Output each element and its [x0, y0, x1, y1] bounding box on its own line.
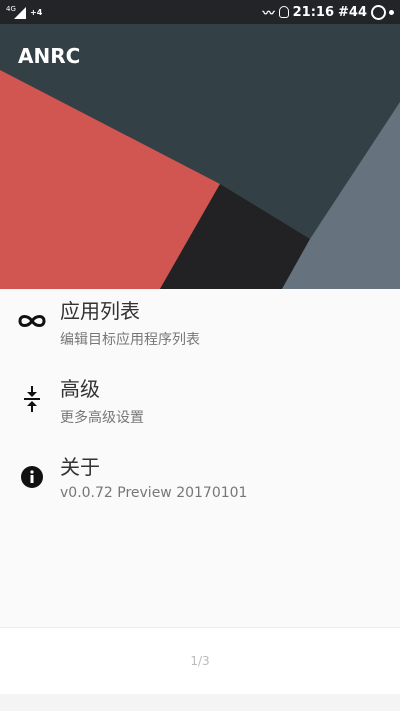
menu-item-title: 关于: [60, 455, 100, 479]
info-icon: [16, 461, 48, 493]
app-title: ANRC: [18, 44, 81, 68]
menu-item-subtitle: 更多高级设置: [60, 410, 144, 426]
page-indicator: 1/3: [190, 654, 210, 668]
activity-wave-icon: 〰: [262, 5, 275, 20]
compress-icon: [16, 383, 48, 415]
battery-level: #44: [338, 4, 367, 20]
signal-icon: 4G: [6, 5, 26, 19]
menu-item-about[interactable]: 关于 v0.0.72 Preview 20170101: [0, 445, 400, 517]
menu-item-app-list[interactable]: 应用列表 编辑目标应用程序列表: [0, 289, 400, 361]
bottom-strip: [0, 694, 400, 711]
header-banner: ANRC: [0, 24, 400, 289]
menu-item-title: 应用列表: [60, 299, 140, 323]
infinity-icon: [16, 305, 48, 337]
android-icon: [278, 6, 289, 18]
footer-bar: 1/3: [0, 628, 400, 694]
status-right: 〰 21:16 #44: [263, 4, 394, 21]
status-bar: 4G +4 〰 21:16 #44: [0, 0, 400, 24]
menu-item-advanced[interactable]: 高级 更多高级设置: [0, 367, 400, 439]
status-left: 4G +4: [6, 5, 42, 19]
battery-dot-icon: [389, 9, 394, 15]
network-label: +4: [30, 7, 43, 17]
menu-item-title: 高级: [60, 377, 100, 401]
clock: 21:16: [292, 4, 335, 20]
menu-item-subtitle: v0.0.72 Preview 20170101: [60, 485, 248, 501]
battery-ring-icon: [371, 4, 386, 20]
menu-item-subtitle: 编辑目标应用程序列表: [60, 332, 200, 348]
